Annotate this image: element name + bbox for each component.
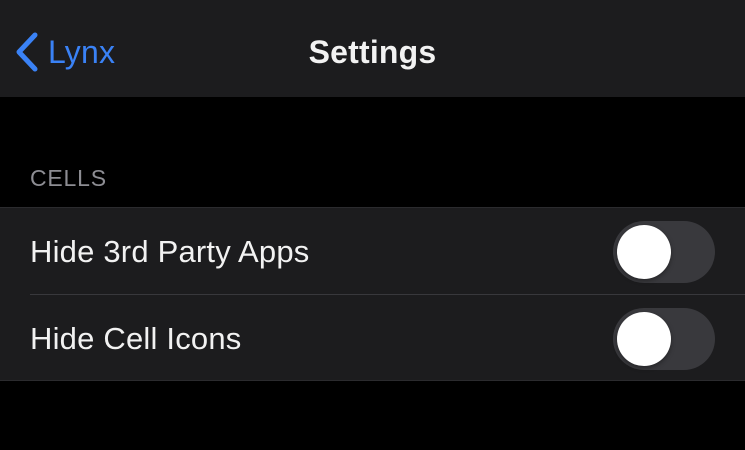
settings-row-label: Hide Cell Icons — [30, 321, 242, 356]
settings-row-hide-cell-icons: Hide Cell Icons — [0, 295, 745, 382]
page-title: Settings — [308, 34, 437, 70]
hide-cell-icons-toggle[interactable] — [613, 308, 715, 370]
toggle-knob — [617, 225, 671, 279]
navigation-bar: Lynx Settings — [0, 0, 745, 97]
hide-3rd-party-apps-toggle[interactable] — [613, 221, 715, 283]
toggle-knob — [617, 312, 671, 366]
settings-row-label: Hide 3rd Party Apps — [30, 234, 310, 269]
settings-screen: Lynx Settings CELLS Hide 3rd Party Apps … — [0, 0, 745, 450]
settings-row-hide-3rd-party-apps: Hide 3rd Party Apps — [0, 208, 745, 295]
settings-group-cells: Hide 3rd Party Apps Hide Cell Icons — [0, 207, 745, 381]
section-header-cells: CELLS — [30, 165, 107, 191]
